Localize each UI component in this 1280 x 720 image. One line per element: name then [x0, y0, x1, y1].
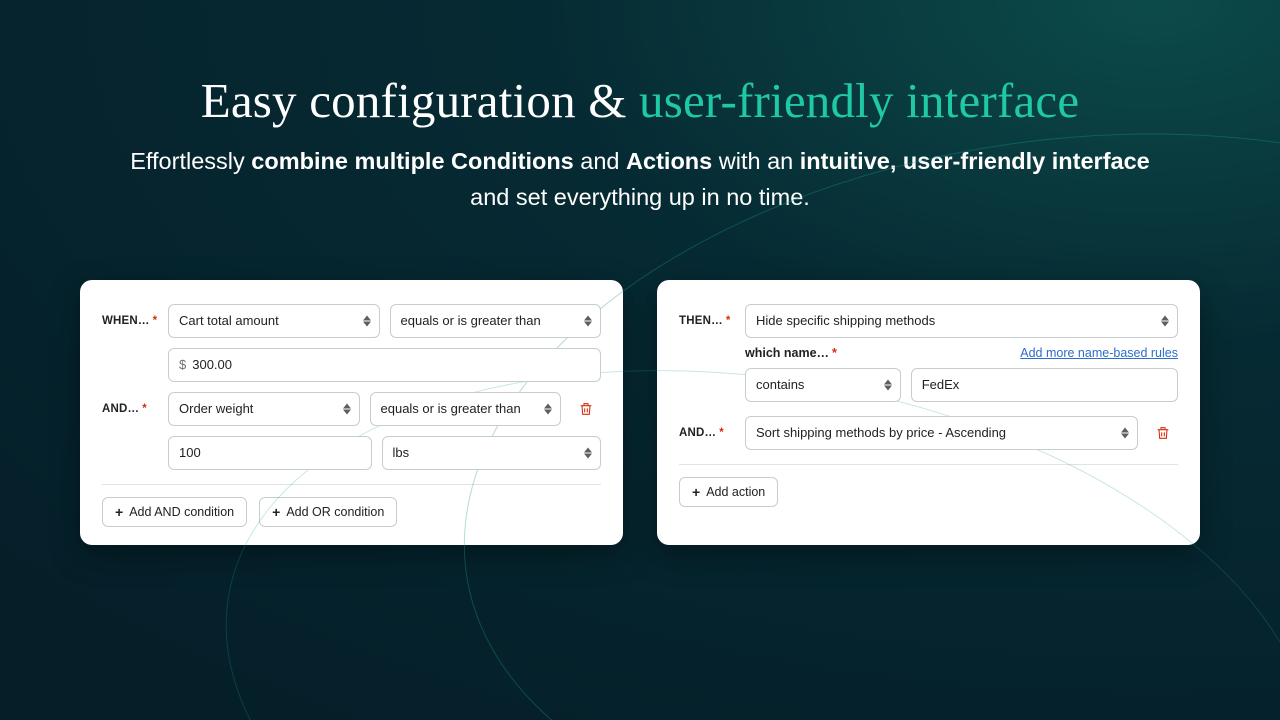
- and-label-actions: AND…*: [679, 427, 735, 439]
- title-left: Easy configuration &: [201, 73, 639, 128]
- action-select[interactable]: Hide specific shipping methods: [745, 304, 1178, 338]
- plus-icon: +: [115, 505, 123, 519]
- plus-icon: +: [692, 485, 700, 499]
- select-stepper-icon: [884, 379, 892, 390]
- action-sort-select[interactable]: Sort shipping methods by price - Ascendi…: [745, 416, 1138, 450]
- subtitle-frag: and set everything up in no time.: [470, 184, 810, 210]
- delete-action-button[interactable]: [1148, 416, 1178, 450]
- trash-icon: [578, 401, 594, 417]
- condition-operator-select[interactable]: equals or is greater than: [390, 304, 602, 338]
- weight-input[interactable]: 100: [168, 436, 372, 470]
- delete-condition-button[interactable]: [571, 392, 601, 426]
- add-name-rules-link[interactable]: Add more name-based rules: [1020, 346, 1178, 360]
- add-action-button[interactable]: + Add action: [679, 477, 778, 507]
- subtitle-bold: combine multiple Conditions: [251, 148, 573, 174]
- button-label: Add action: [706, 485, 765, 499]
- plus-icon: +: [272, 505, 280, 519]
- select-value: lbs: [393, 445, 410, 460]
- select-stepper-icon: [584, 315, 592, 326]
- when-label: WHEN…*: [102, 315, 158, 327]
- select-stepper-icon: [1161, 315, 1169, 326]
- input-value: 300.00: [192, 357, 232, 372]
- select-value: Cart total amount: [179, 313, 279, 328]
- required-asterisk: *: [142, 403, 147, 415]
- condition-field-select[interactable]: Cart total amount: [168, 304, 380, 338]
- select-value: Order weight: [179, 401, 253, 416]
- add-or-condition-button[interactable]: + Add OR condition: [259, 497, 397, 527]
- required-asterisk: *: [832, 346, 837, 360]
- select-stepper-icon: [1121, 427, 1129, 438]
- title-accent: user-friendly interface: [639, 73, 1079, 128]
- subtitle-bold: intuitive, user-friendly interface: [800, 148, 1150, 174]
- select-stepper-icon: [544, 403, 552, 414]
- actions-card: THEN…* Hide specific shipping methods wh…: [657, 280, 1200, 545]
- condition-operator-select-2[interactable]: equals or is greater than: [370, 392, 562, 426]
- input-value: 100: [179, 445, 201, 460]
- conditions-card: WHEN…* Cart total amount equals or is gr…: [80, 280, 623, 545]
- weight-unit-select[interactable]: lbs: [382, 436, 602, 470]
- required-asterisk: *: [153, 315, 158, 327]
- carrier-name-input[interactable]: FedEx: [911, 368, 1178, 402]
- divider: [679, 464, 1178, 465]
- select-value: Sort shipping methods by price - Ascendi…: [756, 425, 1006, 440]
- hero-section: Easy configuration & user-friendly inter…: [0, 0, 1280, 216]
- currency-symbol: $: [179, 357, 186, 372]
- subtitle-frag: with an: [712, 148, 800, 174]
- button-label: Add OR condition: [286, 505, 384, 519]
- subtitle-frag: Effortlessly: [130, 148, 251, 174]
- required-asterisk: *: [726, 315, 731, 327]
- page-subtitle: Effortlessly combine multiple Conditions…: [110, 143, 1170, 216]
- button-label: Add AND condition: [129, 505, 234, 519]
- input-value: FedEx: [922, 377, 960, 392]
- select-stepper-icon: [363, 315, 371, 326]
- select-value: equals or is greater than: [401, 313, 541, 328]
- amount-input[interactable]: $ 300.00: [168, 348, 601, 382]
- which-name-label: which name…*: [745, 346, 837, 360]
- divider: [102, 484, 601, 485]
- subtitle-frag: and: [574, 148, 626, 174]
- select-value: Hide specific shipping methods: [756, 313, 935, 328]
- page-title: Easy configuration & user-friendly inter…: [0, 72, 1280, 129]
- trash-icon: [1155, 425, 1171, 441]
- and-label: AND…*: [102, 403, 158, 415]
- add-and-condition-button[interactable]: + Add AND condition: [102, 497, 247, 527]
- name-operator-select[interactable]: contains: [745, 368, 901, 402]
- condition-field-select-2[interactable]: Order weight: [168, 392, 360, 426]
- select-stepper-icon: [584, 447, 592, 458]
- required-asterisk: *: [719, 427, 724, 439]
- select-value: equals or is greater than: [381, 401, 521, 416]
- select-value: contains: [756, 377, 804, 392]
- subtitle-bold: Actions: [626, 148, 712, 174]
- select-stepper-icon: [343, 403, 351, 414]
- then-label: THEN…*: [679, 315, 735, 327]
